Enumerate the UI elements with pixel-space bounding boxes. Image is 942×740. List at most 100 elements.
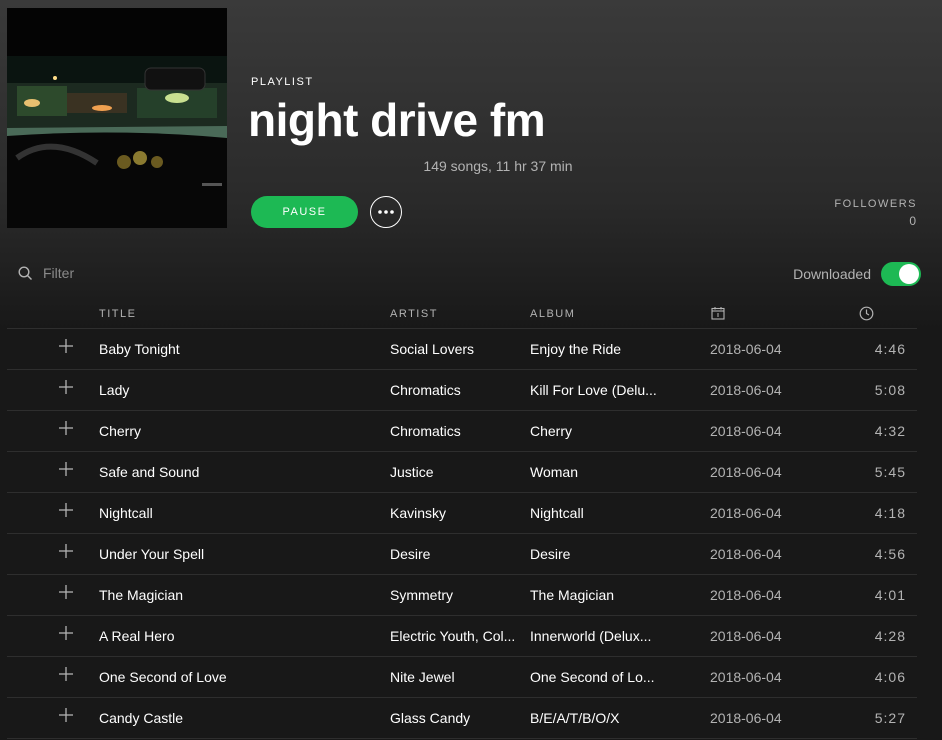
playlist-type-label: PLAYLIST [251, 76, 314, 88]
calendar-icon [711, 307, 725, 320]
playlist-cover-image [7, 8, 227, 228]
add-track-button[interactable] [59, 667, 75, 685]
pause-button[interactable]: PAUSE [251, 196, 358, 228]
plus-icon [59, 667, 73, 681]
track-title: The Magician [99, 587, 184, 603]
track-duration: 4:01 [874, 587, 906, 603]
track-duration: 4:18 [874, 505, 906, 521]
filter-input[interactable] [43, 265, 203, 281]
track-title: Safe and Sound [99, 464, 200, 480]
downloaded-toggle[interactable] [881, 262, 921, 286]
track-date-added: 2018-06-04 [710, 669, 782, 685]
plus-icon [59, 544, 73, 558]
track-row[interactable]: One Second of Love Nite Jewel One Second o… [7, 657, 917, 698]
track-duration: 4:28 [874, 628, 906, 644]
track-row[interactable]: Candy Castle Glass Candy B/E/A/T/B/O/X 2018… [7, 698, 917, 739]
track-row[interactable]: A Real Hero Electric Youth, Col... Innerwo… [7, 616, 917, 657]
add-track-button[interactable] [59, 503, 75, 521]
track-date-added: 2018-06-04 [710, 587, 782, 603]
playlist-stats: 149 songs, 11 hr 37 min [423, 158, 573, 174]
track-duration: 5:27 [874, 710, 906, 726]
track-date-added: 2018-06-04 [710, 341, 782, 357]
track-duration: 4:56 [874, 546, 906, 562]
track-title: Baby Tonight [99, 341, 180, 357]
downloaded-label: Downloaded [793, 266, 871, 282]
track-duration: 4:06 [874, 669, 906, 685]
track-album-link[interactable]: Enjoy the Ride [530, 341, 658, 357]
add-track-button[interactable] [59, 585, 75, 603]
track-title: Nightcall [99, 505, 153, 521]
track-row[interactable]: The Magician Symmetry The Magician 2018-06-… [7, 575, 917, 616]
track-artist-link[interactable]: Desire [390, 546, 518, 562]
plus-icon [59, 339, 73, 353]
track-date-added: 2018-06-04 [710, 710, 782, 726]
track-artist-link[interactable]: Justice [390, 464, 518, 480]
plus-icon [59, 626, 73, 640]
track-duration: 4:46 [874, 341, 906, 357]
add-track-button[interactable] [59, 380, 75, 398]
toggle-knob [899, 264, 919, 284]
track-title: One Second of Love [99, 669, 227, 685]
track-row[interactable]: Baby Tonight Social Lovers Enjoy the Ride 2… [7, 329, 917, 370]
column-header-duration[interactable] [859, 306, 874, 324]
more-options-button[interactable] [370, 196, 402, 228]
track-date-added: 2018-06-04 [710, 464, 782, 480]
add-track-button[interactable] [59, 708, 75, 726]
track-artist-link[interactable]: Nite Jewel [390, 669, 518, 685]
track-album-link[interactable]: Innerworld (Delux... [530, 628, 658, 644]
plus-icon [59, 380, 73, 394]
track-album-link[interactable]: Cherry [530, 423, 658, 439]
add-track-button[interactable] [59, 339, 75, 357]
clock-icon [859, 306, 874, 321]
track-artist-link[interactable]: Electric Youth, Col... [390, 628, 518, 644]
track-date-added: 2018-06-04 [710, 505, 782, 521]
followers-count: 0 [909, 214, 916, 228]
followers-label: FOLLOWERS [834, 198, 917, 210]
track-row[interactable]: Safe and Sound Justice Woman 2018-06-04 5:45 [7, 452, 917, 493]
track-album-link[interactable]: Nightcall [530, 505, 658, 521]
column-header-artist[interactable]: ARTIST [390, 308, 438, 320]
add-track-button[interactable] [59, 544, 75, 562]
track-duration: 4:32 [874, 423, 906, 439]
plus-icon [59, 462, 73, 476]
column-header-album[interactable]: ALBUM [530, 308, 575, 320]
track-artist-link[interactable]: Chromatics [390, 382, 518, 398]
plus-icon [59, 585, 73, 599]
track-title: Cherry [99, 423, 142, 439]
track-duration: 5:45 [874, 464, 906, 480]
track-row[interactable]: Under Your Spell Desire Desire 2018-06-04 4:… [7, 534, 917, 575]
track-album-link[interactable]: The Magician [530, 587, 658, 603]
track-album-link[interactable]: Woman [530, 464, 658, 480]
column-header-title[interactable]: TITLE [99, 308, 136, 320]
track-date-added: 2018-06-04 [710, 546, 782, 562]
track-artist-link[interactable]: Social Lovers [390, 341, 518, 357]
track-artist-link[interactable]: Kavinsky [390, 505, 518, 521]
track-title: Candy Castle [99, 710, 184, 726]
add-track-button[interactable] [59, 462, 75, 480]
plus-icon [59, 421, 73, 435]
playlist-title: night drive fm [248, 94, 546, 146]
add-track-button[interactable] [59, 626, 75, 644]
track-album-link[interactable]: B/E/A/T/B/O/X [530, 710, 658, 726]
downloaded-control: Downloaded [793, 262, 921, 286]
track-artist-link[interactable]: Symmetry [390, 587, 518, 603]
track-title: Under Your Spell [99, 546, 205, 562]
track-row[interactable]: Cherry Chromatics Cherry 2018-06-04 4:32 [7, 411, 917, 452]
column-header-date[interactable] [711, 306, 725, 323]
track-date-added: 2018-06-04 [710, 628, 782, 644]
filter-box [18, 263, 203, 283]
track-album-link[interactable]: Kill For Love (Delu... [530, 382, 658, 398]
track-artist-link[interactable]: Chromatics [390, 423, 518, 439]
track-row[interactable]: Lady Chromatics Kill For Love (Delu... 2018… [7, 370, 917, 411]
plus-icon [59, 708, 73, 722]
track-album-link[interactable]: Desire [530, 546, 658, 562]
add-track-button[interactable] [59, 421, 75, 439]
track-table-header: TITLE ARTIST ALBUM [7, 300, 917, 329]
track-row[interactable]: Nightcall Kavinsky Nightcall 2018-06-04 4:18 [7, 493, 917, 534]
track-title: A Real Hero [99, 628, 175, 644]
track-title: Lady [99, 382, 130, 398]
plus-icon [59, 503, 73, 517]
search-icon [18, 265, 32, 280]
track-artist-link[interactable]: Glass Candy [390, 710, 518, 726]
track-album-link[interactable]: One Second of Lo... [530, 669, 658, 685]
